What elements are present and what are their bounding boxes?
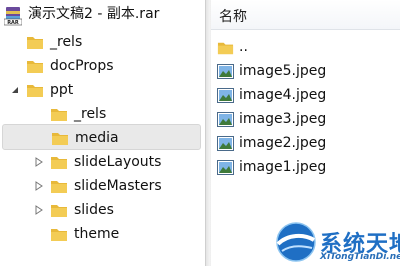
- folder-icon: [51, 109, 67, 121]
- folder-icon: [51, 229, 67, 241]
- list-item[interactable]: image3.jpeg: [215, 108, 395, 132]
- folder-icon: [51, 157, 67, 169]
- folder-icon: [51, 205, 67, 217]
- tree-item-label: ppt: [50, 82, 74, 98]
- expanded-triangle-icon[interactable]: [10, 84, 20, 96]
- folder-icon: [27, 85, 43, 97]
- watermark-subtitle: XiTongTianDi.net: [320, 252, 400, 262]
- list-item-label: ..: [239, 39, 248, 55]
- list-item[interactable]: image5.jpeg: [215, 60, 395, 84]
- archive-title: 演示文稿2 - 副本.rar: [28, 6, 160, 22]
- tree-item-ppt-rels[interactable]: _rels: [0, 102, 204, 126]
- image-file-icon: [217, 88, 234, 103]
- column-header-name[interactable]: 名称: [211, 0, 400, 30]
- folder-tree: RAR 演示文稿2 - 副本.rar _rels docProps ppt _r…: [0, 0, 204, 266]
- tree-item-label: slideLayouts: [74, 154, 162, 170]
- list-item-label: image5.jpeg: [239, 63, 327, 79]
- list-item[interactable]: image1.jpeg: [215, 156, 395, 180]
- folder-icon: [27, 37, 43, 49]
- tree-item-label: theme: [74, 226, 120, 242]
- column-header-label: 名称: [219, 9, 247, 25]
- globe-logo-icon: [276, 222, 316, 262]
- list-item[interactable]: image4.jpeg: [215, 84, 395, 108]
- collapsed-triangle-icon[interactable]: [34, 156, 44, 168]
- list-item[interactable]: image2.jpeg: [215, 132, 395, 156]
- folder-icon: [51, 181, 67, 193]
- tree-item-slidemasters[interactable]: slideMasters: [0, 174, 204, 198]
- svg-text:RAR: RAR: [7, 20, 19, 26]
- image-file-icon: [217, 160, 234, 175]
- tree-item-label: media: [75, 130, 119, 146]
- folder-icon: [52, 133, 68, 145]
- collapsed-triangle-icon[interactable]: [34, 204, 44, 216]
- list-item-label: image2.jpeg: [239, 135, 327, 151]
- image-file-icon: [217, 64, 234, 79]
- folder-icon: [27, 61, 43, 73]
- list-item-label: image4.jpeg: [239, 87, 327, 103]
- rar-archive-icon: RAR: [4, 7, 22, 26]
- image-file-icon: [217, 136, 234, 151]
- list-item-label: image1.jpeg: [239, 159, 327, 175]
- folder-icon: [217, 42, 234, 55]
- tree-item-rels[interactable]: _rels: [0, 30, 204, 54]
- tree-item-label: docProps: [50, 58, 114, 74]
- tree-item-label: slides: [74, 202, 114, 218]
- list-item-label: image3.jpeg: [239, 111, 327, 127]
- collapsed-triangle-icon[interactable]: [34, 180, 44, 192]
- tree-item-docprops[interactable]: docProps: [0, 54, 204, 78]
- tree-item-ppt[interactable]: ppt: [0, 78, 204, 102]
- tree-item-label: slideMasters: [74, 178, 162, 194]
- tree-item-media[interactable]: media: [2, 124, 201, 150]
- tree-item-theme[interactable]: theme: [0, 222, 204, 246]
- tree-item-slidelayouts[interactable]: slideLayouts: [0, 150, 204, 174]
- tree-item-label: _rels: [74, 106, 107, 122]
- tree-item-slides[interactable]: slides: [0, 198, 204, 222]
- tree-item-label: _rels: [50, 34, 83, 50]
- tree-root-archive[interactable]: RAR 演示文稿2 - 副本.rar: [0, 4, 204, 28]
- list-item-parent[interactable]: ..: [215, 36, 395, 60]
- image-file-icon: [217, 112, 234, 127]
- watermark-logo: 系统天地 XiTongTianDi.net: [272, 214, 400, 266]
